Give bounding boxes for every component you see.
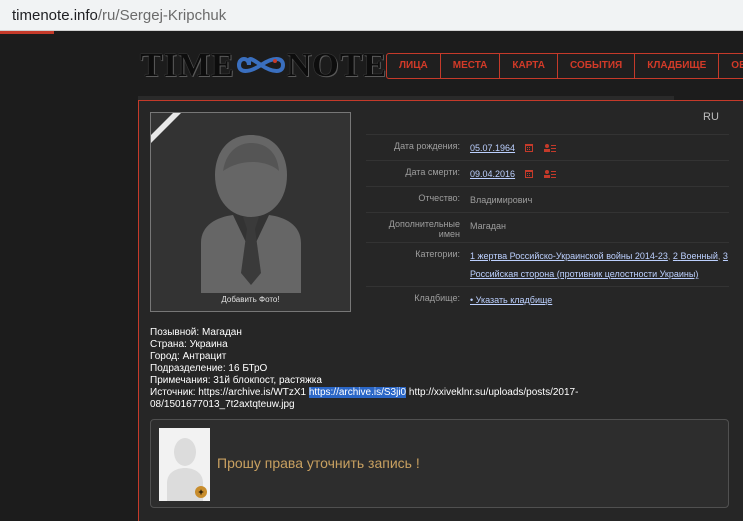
site-logo[interactable]: TIME NOTE xyxy=(140,47,387,85)
calendar-icon[interactable] xyxy=(524,144,536,152)
categories-label: Категории: xyxy=(415,249,460,259)
nav-item-faces[interactable]: ЛИЦА xyxy=(387,54,441,78)
panel-border xyxy=(138,100,743,101)
person-placeholder-icon xyxy=(151,113,301,293)
categories-value: 1 жертва Российско-Украинской войны 2014… xyxy=(470,251,728,279)
url-path: /ru/Sergej-Kripchuk xyxy=(97,7,227,24)
nav-item-cemetery[interactable]: КЛАДБИЩЕ xyxy=(635,54,720,78)
patronymic-label: Отчество: xyxy=(418,193,460,203)
main-nav: ЛИЦА МЕСТА КАРТА СОБЫТИЯ КЛАДБИЩЕ ОБ xyxy=(386,53,743,79)
infinity-icon xyxy=(236,57,285,73)
url-host: timenote.info xyxy=(12,7,98,24)
nav-item-events[interactable]: СОБЫТИЯ xyxy=(558,54,636,78)
notice-message: Прошу права уточнить запись ! xyxy=(217,455,420,471)
biography-text: Позывной: Магадан Страна: Украина Город:… xyxy=(150,327,620,411)
source-line: Источник: https://archive.is/WTzX1 https… xyxy=(150,387,579,410)
extra-names-row: Дополнительные имен Магадан xyxy=(366,212,729,242)
nav-item-about[interactable]: ОБ xyxy=(719,54,743,78)
cemetery-label: Кладбище: xyxy=(414,293,460,303)
browser-address-bar[interactable]: timenote.info/ru/Sergej-Kripchuk xyxy=(0,0,743,31)
death-date-link[interactable]: 09.04.2016 xyxy=(470,169,515,179)
extra-names-value: Магадан xyxy=(470,221,506,231)
calendar-icon[interactable] xyxy=(524,170,536,178)
cemetery-row: Кладбище: • Указать кладбище xyxy=(366,286,729,312)
birth-date-link[interactable]: 05.07.1964 xyxy=(470,143,515,153)
add-photo-label[interactable]: Добавить Фото! xyxy=(151,295,350,304)
comment-box: + Прошу права уточнить запись ! xyxy=(150,419,729,508)
birth-date-row: Дата рождения: 05.07.1964 xyxy=(366,134,729,160)
category-link-2[interactable]: 2 Военный xyxy=(673,251,718,261)
country-line: Страна: Украина xyxy=(150,339,228,350)
specify-cemetery-link[interactable]: • Указать кладбище xyxy=(470,295,552,305)
unit-line: Подразделение: 16 БТрО xyxy=(150,363,268,374)
category-link-1[interactable]: 1 жертва Российско-Украинской войны 2014… xyxy=(470,251,668,261)
person-list-icon[interactable] xyxy=(544,170,557,178)
birth-date-label: Дата рождения: xyxy=(394,141,460,151)
callsign-line: Позывной: Магадан xyxy=(150,327,242,338)
avatar[interactable]: + xyxy=(159,428,210,501)
patronymic-row: Отчество: Владимирович xyxy=(366,186,729,212)
url-text[interactable]: timenote.info/ru/Sergej-Kripchuk xyxy=(12,7,226,24)
logo-left-text: TIME xyxy=(140,47,235,84)
selected-source-text[interactable]: https://archive.is/S3ji0 xyxy=(308,387,407,398)
patronymic-value: Владимирович xyxy=(470,195,533,205)
logo-right-text: NOTE xyxy=(286,47,388,84)
death-date-label: Дата смерти: xyxy=(405,167,460,177)
nav-item-places[interactable]: МЕСТА xyxy=(441,54,501,78)
notes-line: Примечания: 31й блокпост, растяжка xyxy=(150,375,322,386)
person-info-table: Дата рождения: 05.07.1964 Дата смерти: 0… xyxy=(366,134,729,312)
city-line: Город: Антрацит xyxy=(150,351,227,362)
person-list-icon[interactable] xyxy=(544,144,557,152)
categories-row: Категории: 1 жертва Российско-Украинской… xyxy=(366,242,729,286)
language-switch[interactable]: RU xyxy=(703,111,719,123)
nav-item-map[interactable]: КАРТА xyxy=(500,54,558,78)
extra-names-label: Дополнительные имен xyxy=(388,219,460,239)
add-icon[interactable]: + xyxy=(195,486,207,498)
death-date-row: Дата смерти: 09.04.2016 xyxy=(366,160,729,186)
profile-photo[interactable]: Добавить Фото! xyxy=(150,112,351,312)
